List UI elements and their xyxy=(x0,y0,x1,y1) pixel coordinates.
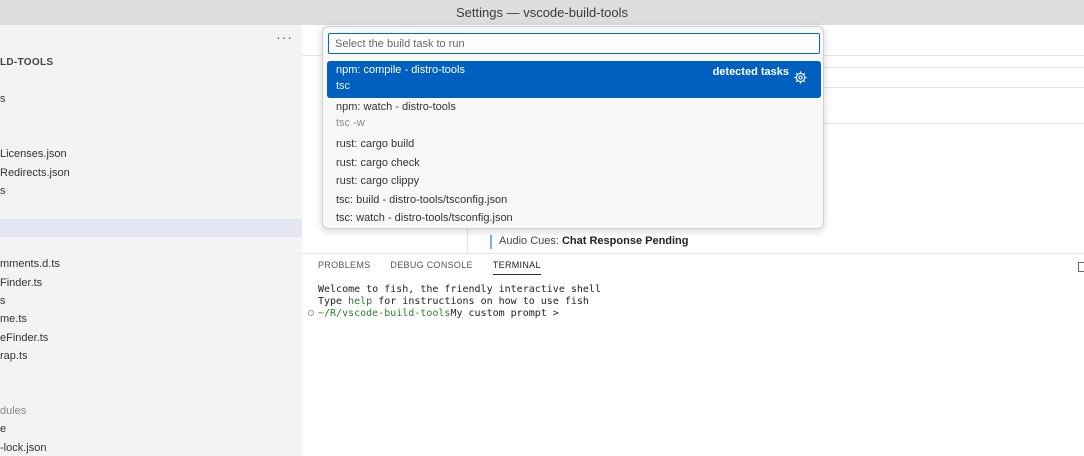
setting-row[interactable]: Audio Cues: Chat Response Pending xyxy=(499,235,689,247)
quick-pick-item[interactable]: rust: cargo check xyxy=(327,154,821,173)
explorer-item[interactable]: s xyxy=(0,93,6,105)
selected-row-highlight xyxy=(0,219,302,237)
window-title: Settings — vscode-build-tools xyxy=(456,5,628,20)
item-detail: tsc -w xyxy=(336,117,365,129)
setting-focus-bar xyxy=(490,235,492,249)
quick-pick-item[interactable]: tsc: watch - distro-tools/tsconfig.json xyxy=(327,209,821,228)
item-label: rust: cargo clippy xyxy=(336,175,420,187)
window-title-bar: Settings — vscode-build-tools xyxy=(0,0,1084,25)
quick-pick-item[interactable]: rust: cargo clippy xyxy=(327,172,821,191)
maximize-panel-icon[interactable] xyxy=(1078,262,1084,272)
item-label: tsc: watch - distro-tools/tsconfig.json xyxy=(336,212,513,224)
explorer-sidebar: ··· LD-TOOLS s Licenses.json Redirects.j… xyxy=(0,25,302,456)
quick-pick-widget: npm: compile - distro-tools tsc detected… xyxy=(322,26,824,229)
explorer-item[interactable]: Finder.ts xyxy=(0,277,42,289)
divider xyxy=(824,67,1084,68)
tab-problems[interactable]: PROBLEMS xyxy=(318,260,370,275)
bottom-panel: PROBLEMS DEBUG CONSOLE TERMINAL Welcome … xyxy=(302,253,1084,456)
terminal-line: Type help for instructions on how to use… xyxy=(318,296,601,308)
prompt-text: My custom prompt > xyxy=(450,308,559,319)
explorer-item[interactable]: eFinder.ts xyxy=(0,332,48,344)
panel-tabs: PROBLEMS DEBUG CONSOLE TERMINAL xyxy=(318,260,541,275)
item-description: detected tasks xyxy=(712,66,789,78)
tab-terminal[interactable]: TERMINAL xyxy=(492,260,541,275)
explorer-item[interactable]: rap.ts xyxy=(0,350,28,362)
setting-name: Chat Response Pending xyxy=(561,235,689,247)
quick-pick-input[interactable] xyxy=(328,33,820,54)
more-actions-icon[interactable]: ··· xyxy=(276,29,293,45)
explorer-item[interactable]: Redirects.json xyxy=(0,167,70,179)
quick-pick-item[interactable]: rust: cargo build xyxy=(327,135,821,154)
terminal-help-word: help xyxy=(348,296,373,307)
divider xyxy=(824,123,1084,124)
terminal-text: Type xyxy=(318,296,349,307)
tab-debug-console[interactable]: DEBUG CONSOLE xyxy=(390,260,472,275)
setting-category: Audio Cues: xyxy=(499,235,562,247)
explorer-item[interactable]: mments.d.ts xyxy=(0,258,60,270)
command-decoration-icon xyxy=(308,310,314,316)
explorer-item[interactable]: Licenses.json xyxy=(0,148,67,160)
terminal-line: Welcome to fish, the friendly interactiv… xyxy=(318,284,601,295)
terminal-output[interactable]: Welcome to fish, the friendly interactiv… xyxy=(308,284,601,320)
explorer-item[interactable]: me.ts xyxy=(0,313,27,325)
item-label: rust: cargo check xyxy=(336,156,420,169)
item-label: tsc: build - distro-tools/tsconfig.json xyxy=(336,193,508,206)
quick-pick-list: npm: compile - distro-tools tsc detected… xyxy=(327,61,821,228)
item-label: rust: cargo build xyxy=(336,138,415,150)
explorer-root-label[interactable]: LD-TOOLS xyxy=(0,57,53,68)
quick-pick-item[interactable]: npm: compile - distro-tools tsc detected… xyxy=(327,61,821,98)
gear-icon[interactable] xyxy=(794,71,807,84)
explorer-item[interactable]: dules xyxy=(0,405,26,417)
terminal-text: for instructions on how to use fish xyxy=(372,296,589,307)
prompt-path: ~/R/vscode-build-tools xyxy=(318,308,451,319)
explorer-item[interactable]: e xyxy=(0,423,6,435)
terminal-prompt: ~/R/vscode-build-toolsMy custom prompt > xyxy=(318,308,601,320)
divider xyxy=(824,87,1084,88)
explorer-item[interactable]: -lock.json xyxy=(0,442,46,454)
explorer-item[interactable]: s xyxy=(0,295,6,307)
quick-pick-item[interactable]: npm: watch - distro-tools tsc -w xyxy=(327,98,821,135)
explorer-item[interactable]: s xyxy=(0,185,6,197)
item-label: npm: watch - distro-tools xyxy=(336,101,456,113)
quick-pick-item[interactable]: tsc: build - distro-tools/tsconfig.json xyxy=(327,191,821,210)
